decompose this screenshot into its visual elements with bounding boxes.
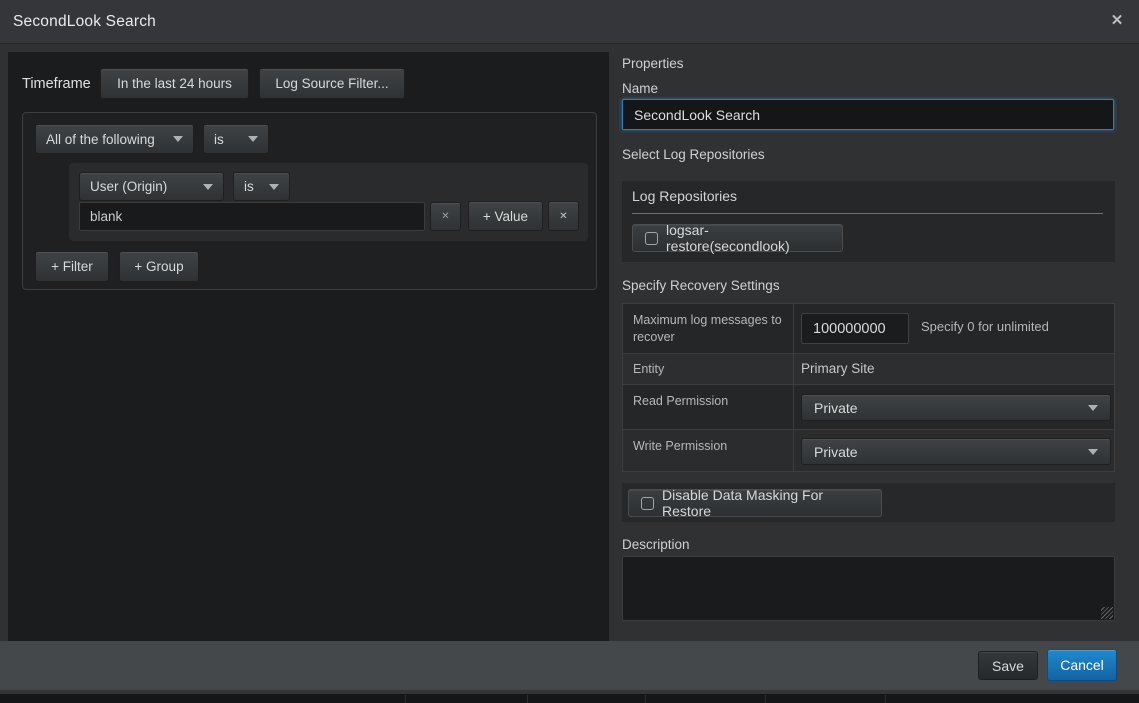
max-messages-label: Maximum log messages to recover [623,304,794,353]
add-value-button[interactable]: + Value [468,201,543,231]
read-permission-dropdown[interactable]: Private [801,394,1111,421]
add-filter-button[interactable]: + Filter [35,251,109,282]
field-condition-value: is [244,179,254,194]
dialog-footer: Save Cancel [0,641,1139,690]
max-messages-cell: Specify 0 for unlimited [794,304,1114,353]
remove-filter-button[interactable]: ✕ [548,201,579,231]
dialog-title: SecondLook Search [13,0,156,43]
data-masking-band: Disable Data Masking For Restore [622,483,1115,522]
chevron-down-icon [173,136,183,142]
divider [632,213,1103,214]
table-row: Maximum log messages to recover Specify … [623,304,1114,353]
secondlook-search-dialog: SecondLook Search ✕ Timeframe In the las… [0,0,1139,694]
chevron-down-icon [1088,449,1098,455]
search-criteria-panel: Timeframe In the last 24 hours Log Sourc… [8,52,609,641]
chevron-down-icon [1088,405,1098,411]
table-row: Write Permission Private [623,429,1114,471]
disable-data-masking-label: Disable Data Masking For Restore [662,487,869,519]
log-source-filter-button[interactable]: Log Source Filter... [259,68,405,99]
timeframe-label: Timeframe [22,76,91,92]
filter-builder: All of the following is User (Origin) is [22,112,597,290]
recovery-settings-section-label: Specify Recovery Settings [622,278,780,293]
disable-data-masking-checkbox[interactable]: Disable Data Masking For Restore [628,489,882,517]
close-icon[interactable]: ✕ [1107,11,1127,31]
dialog-titlebar: SecondLook Search ✕ [0,0,1139,44]
group-operator-dropdown[interactable]: All of the following [35,124,194,154]
max-messages-input[interactable] [801,313,909,344]
description-label: Description [622,537,690,552]
chevron-down-icon [203,184,213,190]
max-messages-note: Specify 0 for unlimited [921,319,1049,334]
group-operator-value: All of the following [46,132,155,147]
entity-cell: Primary Site [794,354,1114,384]
write-permission-value: Private [814,444,858,460]
table-row: Entity Primary Site [623,353,1114,384]
select-log-repositories-label: Select Log Repositories [622,147,765,162]
description-textarea[interactable] [622,556,1115,621]
divider [527,695,528,703]
chevron-down-icon [269,184,279,190]
entity-label: Entity [623,354,794,384]
screen: SecondLook Search ✕ Timeframe In the las… [0,0,1139,703]
divider [405,695,406,703]
properties-section-label: Properties [622,56,684,71]
table-row: Read Permission Private [623,384,1114,429]
recovery-settings-table: Maximum log messages to recover Specify … [622,303,1115,472]
write-permission-dropdown[interactable]: Private [801,438,1111,465]
field-condition-dropdown[interactable]: is [233,172,290,201]
field-value: User (Origin) [90,179,167,194]
chevron-down-icon [248,136,258,142]
write-permission-cell: Private [794,430,1114,471]
divider [645,695,646,703]
entity-value: Primary Site [801,361,875,376]
divider [765,695,766,703]
group-condition-dropdown[interactable]: is [203,124,269,154]
group-condition-value: is [214,132,224,147]
divider [885,695,886,703]
resize-grip-icon[interactable] [1101,607,1113,619]
cancel-button[interactable]: Cancel [1047,649,1117,681]
timeframe-range-button[interactable]: In the last 24 hours [100,68,249,99]
background-page-strip [0,694,1139,703]
read-permission-value: Private [814,400,858,416]
log-repositories-box: Log Repositories logsar-restore(secondlo… [622,181,1115,262]
log-repositories-header: Log Repositories [632,188,737,204]
filter-value-input[interactable] [79,202,425,231]
name-input[interactable] [622,99,1114,130]
repository-item[interactable]: logsar-restore(secondlook) [632,224,843,252]
remove-value-button[interactable]: ✕ [430,202,461,231]
checkbox-icon[interactable] [641,497,654,510]
write-permission-label: Write Permission [623,430,794,471]
filter-row: User (Origin) is ✕ + Value ✕ [69,163,588,241]
repository-item-label: logsar-restore(secondlook) [666,222,830,254]
add-group-button[interactable]: + Group [119,251,199,282]
name-label: Name [622,81,658,96]
read-permission-cell: Private [794,385,1114,429]
checkbox-icon[interactable] [645,232,658,245]
read-permission-label: Read Permission [623,385,794,429]
save-button[interactable]: Save [978,651,1038,680]
field-dropdown[interactable]: User (Origin) [79,172,224,201]
